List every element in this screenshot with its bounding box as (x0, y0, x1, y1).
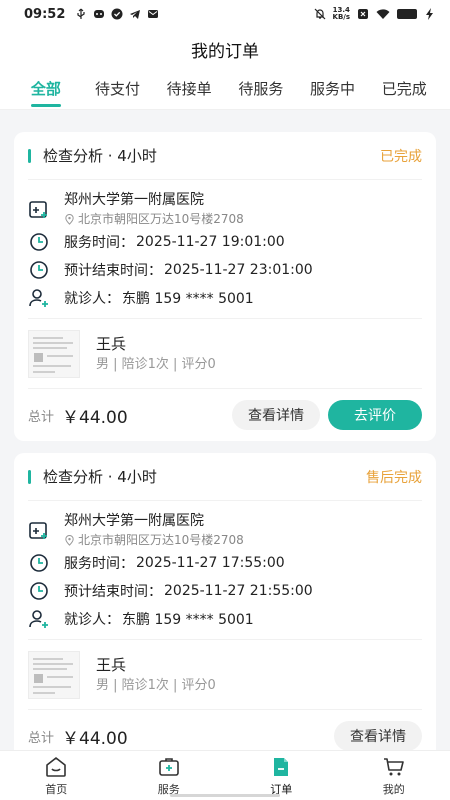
hospital-row: 郑州大学第一附属医院 北京市朝阳区万达10号楼2708 (28, 188, 422, 228)
clock-icon (30, 582, 48, 600)
usb-icon (77, 8, 85, 19)
patient-label: 就诊人： (64, 612, 120, 628)
status-bar: 09:52 13.4 KB/s (0, 0, 450, 28)
tab-pending-service[interactable]: 待服务 (225, 78, 297, 109)
patient-label: 就诊人： (64, 291, 120, 307)
order-status: 已完成 (380, 148, 422, 165)
hospital-row: 郑州大学第一附属医院 北京市朝阳区万达10号楼2708 (28, 509, 422, 549)
clock-icon (30, 261, 48, 279)
order-info: 郑州大学第一附属医院 北京市朝阳区万达10号楼2708 服务时间： 2025-1… (28, 501, 422, 640)
order-list: 检查分析 · 4小时 已完成 郑州大学第一附属医院 北京市朝阳区万达10号楼27… (0, 120, 450, 750)
end-time-row: 预计结束时间： 2025-11-27 23:01:00 (28, 256, 422, 284)
end-time-label: 预计结束时间： (64, 263, 162, 279)
mute-icon (314, 8, 325, 20)
wifi-icon (376, 9, 390, 19)
order-footer: 总计 ￥44.00 查看详情 去评价 (28, 389, 422, 441)
patient-value: 东鹏 159 **** 5001 (122, 612, 254, 628)
tab-all[interactable]: 全部 (10, 78, 82, 109)
sim-blocked-icon (358, 9, 368, 19)
escort-name: 王兵 (96, 334, 127, 353)
clock-icon (30, 554, 48, 572)
service-time-row: 服务时间： 2025-11-27 19:01:00 (28, 228, 422, 256)
escort-info[interactable]: 王兵 男 | 陪诊1次 | 评分0 (28, 319, 422, 389)
review-button[interactable]: 去评价 (328, 400, 422, 430)
escort-photo (28, 650, 80, 699)
battery-icon (397, 9, 417, 19)
charging-icon (426, 8, 433, 20)
end-time-value: 2025-11-27 23:01:00 (164, 262, 313, 278)
order-tabs: 全部 待支付 待接单 待服务 服务中 已完成 (0, 70, 450, 110)
total-price: ￥44.00 (62, 407, 128, 428)
view-details-button[interactable]: 查看详情 (232, 400, 320, 430)
service-time-value: 2025-11-27 19:01:00 (136, 234, 285, 250)
tabbar-service[interactable]: 服务 (113, 751, 226, 800)
service-time-label: 服务时间： (64, 556, 134, 572)
total-label: 总计 (28, 730, 55, 746)
home-indicator (170, 794, 280, 797)
hospital-icon (29, 522, 47, 539)
location-pin-icon (65, 534, 74, 546)
service-time-row: 服务时间： 2025-11-27 17:55:00 (28, 549, 422, 577)
patient-row: 就诊人： 东鹏 159 **** 5001 (28, 284, 422, 312)
service-time-label: 服务时间： (64, 235, 134, 251)
tabbar-orders[interactable]: 订单 (225, 751, 338, 800)
tabbar-mine[interactable]: 我的 (338, 751, 450, 800)
tab-completed[interactable]: 已完成 (368, 78, 440, 109)
total-price: ￥44.00 (62, 728, 128, 749)
telegram-icon (130, 10, 141, 19)
order-info: 郑州大学第一附属医院 北京市朝阳区万达10号楼2708 服务时间： 2025-1… (28, 180, 422, 319)
end-time-label: 预计结束时间： (64, 584, 162, 600)
location-pin-icon (65, 213, 74, 225)
medical-kit-icon (158, 757, 179, 776)
home-icon (46, 756, 67, 777)
clock-icon (30, 233, 48, 251)
order-status: 售后完成 (366, 469, 422, 486)
escort-name: 王兵 (96, 655, 127, 674)
order-card[interactable]: 检查分析 · 4小时 售后完成 郑州大学第一附属医院 北京市朝阳区万达10号楼2… (14, 453, 436, 750)
page-title: 我的订单 (0, 28, 450, 70)
escort-meta: 男 | 陪诊1次 | 评分0 (96, 356, 216, 372)
end-time-value: 2025-11-27 21:55:00 (164, 583, 313, 599)
network-speed: 13.4 KB/s (332, 6, 350, 21)
title-accent-bar (28, 469, 31, 484)
order-doc-icon (274, 757, 289, 776)
view-details-button[interactable]: 查看详情 (334, 721, 422, 750)
patient-row: 就诊人： 东鹏 159 **** 5001 (28, 605, 422, 633)
order-card[interactable]: 检查分析 · 4小时 已完成 郑州大学第一附属医院 北京市朝阳区万达10号楼27… (14, 132, 436, 441)
escort-meta: 男 | 陪诊1次 | 评分0 (96, 677, 216, 693)
status-time: 09:52 (24, 6, 66, 22)
cart-icon (383, 757, 404, 775)
order-header: 检查分析 · 4小时 售后完成 (28, 453, 422, 501)
check-notification-icon (111, 8, 123, 20)
tabbar-home-label: 首页 (45, 782, 68, 796)
tabbar-home[interactable]: 首页 (0, 751, 113, 800)
hospital-address: 北京市朝阳区万达10号楼2708 (64, 210, 244, 228)
escort-photo (28, 329, 80, 378)
tabbar-mine-label: 我的 (382, 782, 405, 796)
end-time-row: 预计结束时间： 2025-11-27 21:55:00 (28, 577, 422, 605)
add-person-icon (29, 289, 48, 307)
order-footer: 总计 ￥44.00 查看详情 (28, 710, 422, 750)
order-service-title: 检查分析 · 4小时 (43, 468, 157, 486)
hospital-address: 北京市朝阳区万达10号楼2708 (64, 531, 244, 549)
add-person-icon (29, 610, 48, 628)
tab-pending-payment[interactable]: 待支付 (82, 78, 154, 109)
total-label: 总计 (28, 409, 55, 425)
order-service-title: 检查分析 · 4小时 (43, 147, 157, 165)
escort-info[interactable]: 王兵 男 | 陪诊1次 | 评分0 (28, 640, 422, 710)
mail-icon (148, 10, 159, 18)
hospital-name: 郑州大学第一附属医院 (64, 192, 204, 208)
bottom-tab-bar: 首页 服务 订单 我的 (0, 750, 450, 800)
order-header: 检查分析 · 4小时 已完成 (28, 132, 422, 180)
tab-pending-accept[interactable]: 待接单 (153, 78, 225, 109)
app-notification-icon (94, 10, 105, 18)
hospital-icon (29, 201, 47, 218)
hospital-name: 郑州大学第一附属医院 (64, 513, 204, 529)
tab-in-service[interactable]: 服务中 (297, 78, 369, 109)
patient-value: 东鹏 159 **** 5001 (122, 291, 254, 307)
service-time-value: 2025-11-27 17:55:00 (136, 555, 285, 571)
title-accent-bar (28, 148, 31, 163)
